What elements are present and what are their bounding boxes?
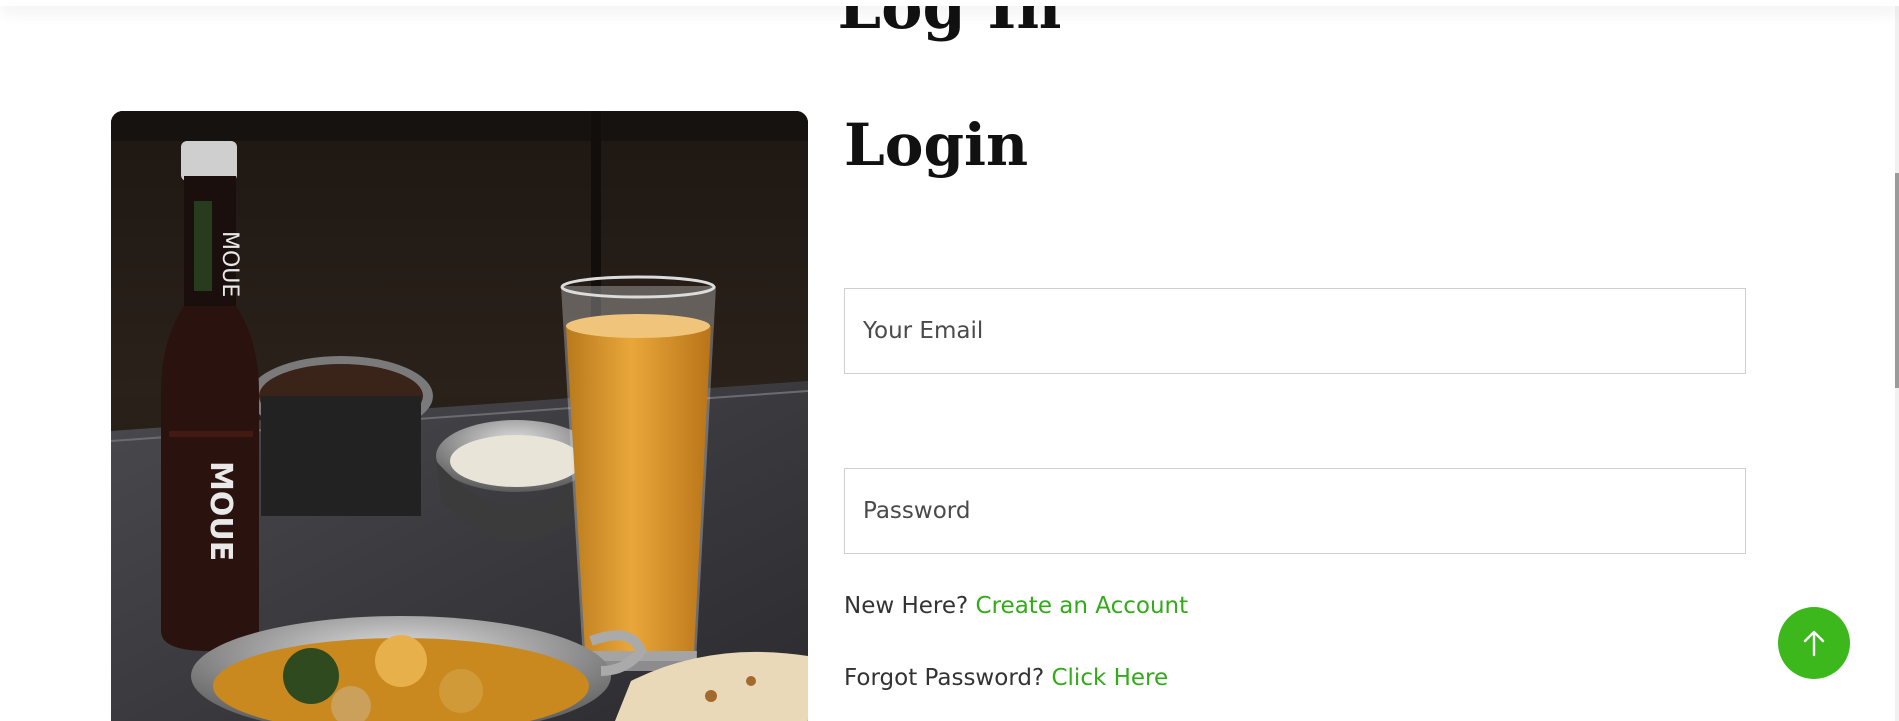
restaurant-table-photo: MOUE MOUE [111,111,808,721]
forgot-password-line: Forgot Password? Click Here [844,665,1168,691]
svg-text:MOUE: MOUE [217,231,242,297]
login-title: Login [844,111,1029,179]
hero-image: MOUE MOUE [111,111,808,721]
page-heading-text: Log In [837,0,1062,43]
forgot-password-text: Forgot Password? [844,665,1045,691]
create-account-link[interactable]: Create an Account [976,593,1189,619]
arrow-up-icon [1803,630,1825,657]
password-field[interactable] [844,468,1746,554]
click-here-link[interactable]: Click Here [1051,665,1168,691]
new-here-line: New Here? Create an Account [844,593,1188,619]
page-heading: Log In [0,0,1899,43]
top-header-bar [0,0,1899,6]
svg-text:MOUE: MOUE [203,461,238,561]
email-field[interactable] [844,288,1746,374]
new-here-text: New Here? [844,593,969,619]
scrollbar-thumb[interactable] [1895,173,1899,388]
scroll-to-top-button[interactable] [1778,607,1850,679]
